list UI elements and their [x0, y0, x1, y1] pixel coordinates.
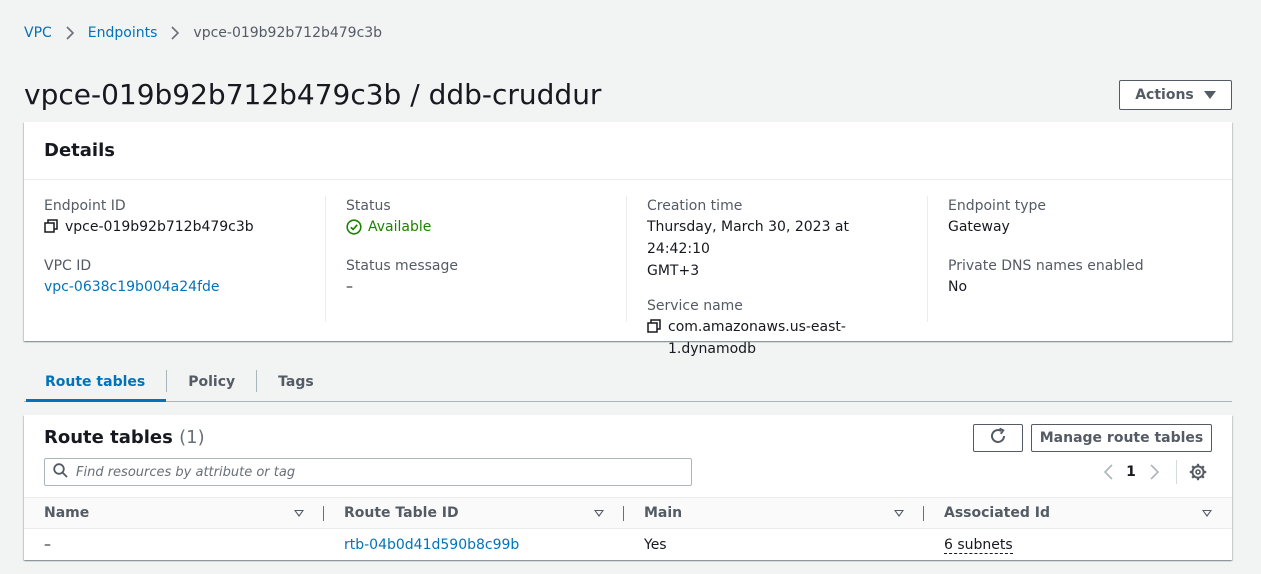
cell-route-table-id: rtb-04b0d41d590b8c99b: [324, 529, 624, 562]
refresh-button[interactable]: [973, 424, 1023, 452]
sort-caret-icon: [1202, 509, 1212, 517]
vpc-id-label: VPC ID: [44, 258, 92, 274]
tab-policy[interactable]: Policy: [167, 362, 256, 401]
route-tables-title: Route tables (1): [44, 427, 205, 449]
search-icon: [53, 462, 68, 482]
chevron-right-icon: [59, 23, 81, 43]
search-input[interactable]: [76, 464, 656, 480]
status-value: Available: [368, 219, 432, 235]
gear-icon[interactable]: [1188, 462, 1208, 482]
column-header-associated-id-label: Associated Id: [944, 505, 1050, 521]
column-header-name[interactable]: Name: [24, 497, 324, 529]
chevron-right-icon[interactable]: [1142, 460, 1166, 484]
creation-time-value-line1: Thursday, March 30, 2023 at 24:42:10: [647, 219, 849, 257]
service-name-value: com.amazonaws.us-east-1.dynamodb: [668, 319, 846, 357]
manage-route-tables-button[interactable]: Manage route tables: [1031, 424, 1212, 452]
service-name-label: Service name: [647, 298, 743, 314]
table-row: – rtb-04b0d41d590b8c99b Yes 6 subnets: [24, 529, 1232, 562]
column-header-route-table-id-label: Route Table ID: [344, 505, 459, 521]
endpoint-type-value: Gateway: [948, 219, 1010, 235]
creation-time-value-line2: GMT+3: [647, 263, 700, 279]
route-table-id-link[interactable]: rtb-04b0d41d590b8c99b: [344, 537, 519, 553]
sort-caret-icon: [894, 509, 904, 517]
details-column-1: Endpoint ID vpce-019b92b712b479c3b VPC I…: [24, 196, 325, 322]
status-message-label: Status message: [346, 258, 458, 274]
cell-associated-id: 6 subnets: [924, 529, 1232, 562]
actions-button-label: Actions: [1135, 87, 1194, 103]
copy-icon[interactable]: [647, 319, 662, 334]
breadcrumb-link-vpc[interactable]: VPC: [24, 25, 52, 41]
vpc-id-link[interactable]: vpc-0638c19b004a24fde: [44, 276, 220, 298]
endpoint-id-label: Endpoint ID: [44, 198, 126, 214]
associated-id-popover[interactable]: 6 subnets: [944, 537, 1013, 555]
page-title: vpce-019b92b712b479c3b / ddb-cruddur: [24, 78, 602, 111]
route-tables-count: (1): [179, 427, 205, 448]
route-tables-title-text: Route tables: [44, 427, 173, 448]
refresh-icon: [989, 427, 1007, 449]
column-header-main-label: Main: [644, 505, 683, 521]
breadcrumb-current: vpce-019b92b712b479c3b: [193, 25, 383, 41]
chevron-left-icon[interactable]: [1096, 460, 1120, 484]
endpoint-type-label: Endpoint type: [948, 198, 1047, 214]
column-header-name-label: Name: [44, 505, 90, 521]
chevron-right-icon: [164, 23, 186, 43]
private-dns-label: Private DNS names enabled: [948, 258, 1144, 274]
cell-main: Yes: [644, 537, 667, 554]
column-header-route-table-id[interactable]: Route Table ID: [324, 497, 624, 529]
sort-caret-icon: [594, 509, 604, 517]
column-header-associated-id[interactable]: Associated Id: [924, 497, 1232, 529]
private-dns-value: No: [948, 279, 968, 295]
pagination: 1: [1096, 460, 1208, 484]
details-panel: Details Endpoint ID vpce-019b92b712b479c…: [24, 122, 1232, 357]
caret-down-icon: [1203, 91, 1216, 99]
route-tables-table: Name Route Table ID Main Associated Id –: [24, 497, 1232, 562]
sort-caret-icon: [294, 509, 304, 517]
pager-divider: [1176, 460, 1177, 484]
copy-icon[interactable]: [44, 219, 59, 234]
status-message-value: –: [346, 279, 353, 295]
breadcrumb: VPC Endpoints vpce-019b92b712b479c3b: [24, 23, 382, 43]
details-column-2: Status Available Status message –: [325, 196, 626, 322]
endpoint-id-value: vpce-019b92b712b479c3b: [65, 219, 254, 235]
status-label: Status: [346, 198, 391, 214]
actions-button[interactable]: Actions: [1119, 80, 1232, 110]
tab-tags[interactable]: Tags: [257, 362, 335, 401]
breadcrumb-link-endpoints[interactable]: Endpoints: [88, 25, 158, 41]
details-title: Details: [24, 122, 1232, 180]
check-circle-icon: [346, 219, 362, 235]
search-field: [44, 458, 692, 486]
creation-time-label: Creation time: [647, 198, 743, 214]
route-tables-panel: Route tables (1) Manage route tables 1: [24, 415, 1232, 560]
page-number[interactable]: 1: [1120, 464, 1142, 480]
column-header-main[interactable]: Main: [624, 497, 924, 529]
details-column-3: Creation time Thursday, March 30, 2023 a…: [626, 196, 927, 357]
cell-name: –: [44, 537, 51, 554]
tabs: Route tables Policy Tags: [24, 362, 1232, 402]
details-column-4: Endpoint type Gateway Private DNS names …: [927, 196, 1228, 322]
tab-route-tables[interactable]: Route tables: [24, 362, 167, 402]
